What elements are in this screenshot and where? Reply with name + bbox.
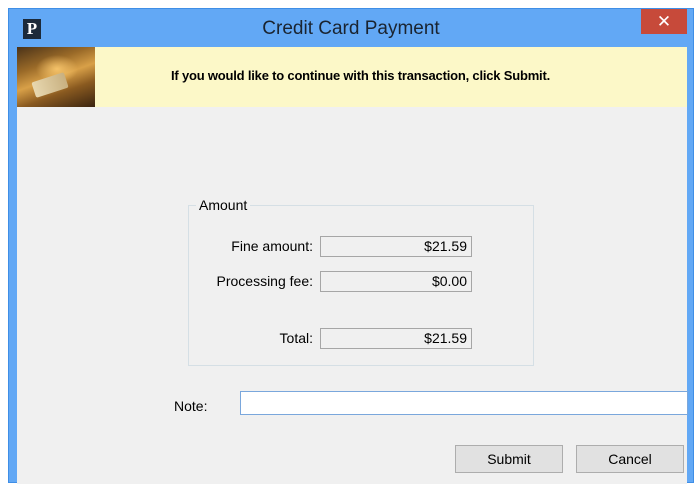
info-banner: If you would like to continue with this … <box>17 47 687 107</box>
close-button[interactable]: ✕ <box>641 9 687 34</box>
banner-message: If you would like to continue with this … <box>171 68 551 83</box>
credit-card-payment-window: P Credit Card Payment ✕ If you would lik… <box>8 8 694 484</box>
card-shape <box>31 72 69 98</box>
cancel-button[interactable]: Cancel <box>576 445 684 473</box>
processing-fee-value: $0.00 <box>320 271 472 292</box>
total-value: $21.59 <box>320 328 472 349</box>
total-label: Total: <box>279 330 313 346</box>
window-title: Credit Card Payment <box>262 18 440 39</box>
processing-fee-label: Processing fee: <box>216 273 314 289</box>
amount-group: Amount Fine amount: $21.59 Processing fe… <box>188 197 534 366</box>
credit-card-image <box>17 47 95 107</box>
amount-group-label: Amount <box>196 197 251 213</box>
submit-button[interactable]: Submit <box>455 445 563 473</box>
dialog-content: If you would like to continue with this … <box>17 47 688 484</box>
title-bar[interactable]: P Credit Card Payment ✕ <box>9 9 693 47</box>
note-label: Note: <box>174 398 208 414</box>
note-input[interactable] <box>240 391 688 415</box>
close-icon: ✕ <box>656 12 672 31</box>
fine-amount-label: Fine amount: <box>231 238 313 254</box>
fine-amount-value: $21.59 <box>320 236 472 257</box>
